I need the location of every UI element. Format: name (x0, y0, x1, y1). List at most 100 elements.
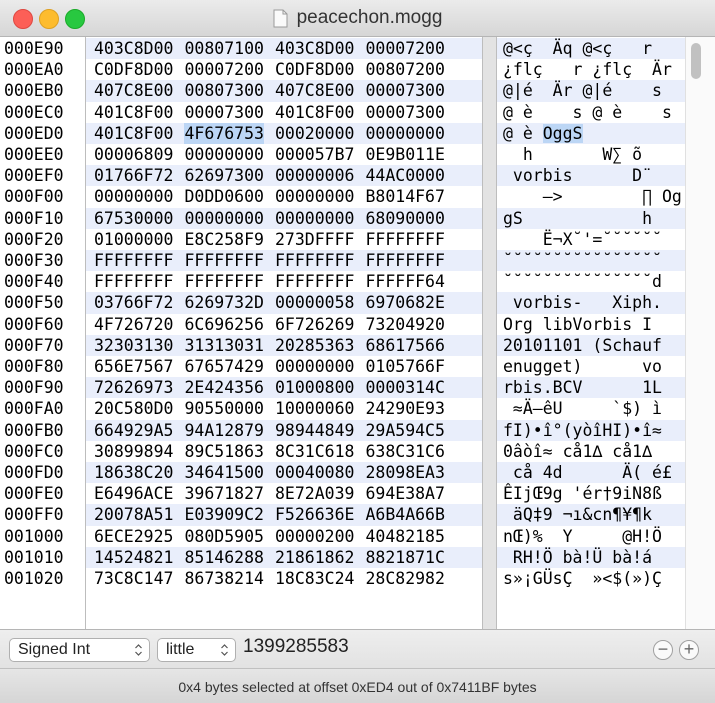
hex-cell[interactable]: 00007300 (365, 102, 444, 123)
hex-cell[interactable]: 694E38A7 (365, 483, 444, 504)
hex-cell[interactable]: F526636E (275, 504, 354, 525)
text-row[interactable]: vorbis- Xiph. (497, 292, 685, 314)
hex-cell[interactable]: 00000058 (275, 292, 354, 313)
hex-cell[interactable]: 407C8E00 (275, 80, 354, 101)
hex-cell[interactable]: 86738214 (184, 568, 263, 589)
hex-row[interactable]: C0DF8D00 00007200 C0DF8D00 00807200 (86, 59, 482, 80)
hex-cell[interactable]: 080D5905 (184, 526, 263, 547)
text-row[interactable]: fI)•î°(yòîHI)•î≈ (497, 419, 685, 441)
number-type-select[interactable]: Signed Int (9, 638, 150, 662)
hex-cell[interactable]: 4F726720 (94, 314, 173, 335)
hex-cell[interactable]: 273DFFFF (275, 229, 354, 250)
hex-cell[interactable]: 401C8F00 (275, 102, 354, 123)
hex-cell[interactable]: 4F676753 (184, 122, 264, 144)
hex-cell[interactable]: FFFFFF64 (365, 271, 444, 292)
text-row[interactable]: RH!Ö bà!Ü bà!á (497, 546, 685, 568)
hex-cell[interactable]: 00007200 (184, 59, 263, 80)
text-row[interactable]: enugget) vo (497, 356, 685, 377)
hex-cell[interactable]: FFFFFFFF (94, 271, 173, 292)
scrollbar-track[interactable] (685, 37, 715, 629)
hex-cell[interactable]: 14524821 (94, 547, 173, 568)
hex-cell[interactable]: 2E424356 (184, 377, 263, 398)
hex-cell[interactable]: FFFFFFFF (275, 250, 354, 271)
hex-cell[interactable]: D0DD0600 (184, 186, 263, 207)
hex-cell[interactable]: E6496ACE (94, 483, 173, 504)
hex-row[interactable]: FFFFFFFF FFFFFFFF FFFFFFFF FFFFFFFF (86, 250, 482, 272)
hex-cell[interactable]: 403C8D00 (94, 38, 173, 59)
scrollbar-thumb[interactable] (691, 43, 701, 79)
hex-cell[interactable]: 20285363 (275, 335, 354, 356)
hex-cell[interactable]: 01000000 (94, 229, 173, 250)
hex-cell[interactable]: 8E72A039 (275, 483, 354, 504)
hex-cell[interactable]: FFFFFFFF (184, 271, 263, 292)
hex-cell[interactable]: 94A12879 (184, 420, 263, 441)
text-row[interactable]: @ è OggS (497, 122, 685, 144)
hex-cell[interactable]: 62697300 (184, 165, 263, 186)
hex-cell[interactable]: 68090000 (365, 208, 444, 229)
hex-cell[interactable]: 6ECE2925 (94, 526, 173, 547)
hex-cell[interactable]: 28C82982 (365, 568, 444, 589)
hex-row[interactable]: E6496ACE 39671827 8E72A039 694E38A7 (86, 483, 482, 504)
text-row[interactable]: –> ∏ Og (497, 186, 685, 207)
hex-cell[interactable]: FFFFFFFF (275, 271, 354, 292)
hex-row[interactable]: 00006809 00000000 000057B7 0E9B011E (86, 144, 482, 165)
text-row[interactable]: @ è s @ è s (497, 102, 685, 123)
hex-cell[interactable]: 72626973 (94, 377, 173, 398)
text-row[interactable]: ˘˘˘˘˘˘˘˘˘˘˘˘˘˘˘˘ (497, 250, 685, 272)
hex-cell[interactable]: 8C31C618 (275, 441, 354, 462)
hex-cell[interactable]: 28098EA3 (365, 462, 444, 483)
hex-cell[interactable]: 34641500 (184, 462, 263, 483)
hex-cell[interactable]: A6B4A66B (365, 504, 444, 525)
hex-cell[interactable]: 664929A5 (94, 420, 173, 441)
hex-cell[interactable]: 00000000 (365, 123, 444, 144)
hex-cell[interactable]: 85146288 (184, 547, 263, 568)
hex-cell[interactable]: 00000006 (275, 165, 354, 186)
hex-cell[interactable]: E03909C2 (184, 504, 263, 525)
hex-cell[interactable]: 0E9B011E (365, 144, 444, 165)
hex-cell[interactable]: E8C258F9 (184, 229, 263, 250)
hex-row[interactable]: 403C8D00 00807100 403C8D00 00007200 (86, 38, 482, 60)
hex-cell[interactable]: 401C8F00 (94, 123, 173, 144)
hex-cell[interactable]: 00000200 (275, 526, 354, 547)
hex-cell[interactable]: FFFFFFFF (184, 250, 263, 271)
hex-row[interactable]: 14524821 85146288 21861862 8821871C (86, 546, 482, 568)
hex-cell[interactable]: 00020000 (275, 123, 354, 144)
hex-cell[interactable]: 67657429 (184, 356, 263, 377)
hex-row[interactable]: 73C8C147 86738214 18C83C24 28C82982 (86, 568, 482, 589)
hex-row[interactable]: 20078A51 E03909C2 F526636E A6B4A66B (86, 504, 482, 526)
hex-cell[interactable]: 000057B7 (275, 144, 354, 165)
hex-cell[interactable]: 0000314C (365, 377, 444, 398)
hex-cell[interactable]: 638C31C6 (365, 441, 444, 462)
hex-view[interactable]: 000E90 403C8D00 00807100 403C8D00 00007200 @<… (0, 37, 715, 629)
hex-cell[interactable]: 00007200 (365, 38, 444, 59)
hex-cell[interactable]: 6970682E (365, 292, 444, 313)
hex-cell[interactable]: 20078A51 (94, 504, 173, 525)
hex-cell[interactable]: B8014F67 (365, 186, 444, 207)
text-row[interactable]: 0âòî≈ cå1∆ cå1∆ (497, 441, 685, 462)
hex-cell[interactable]: 00007300 (365, 80, 444, 101)
hex-cell[interactable]: 90550000 (184, 398, 263, 419)
text-row[interactable]: @<ç Äq @<ç r (497, 38, 685, 60)
hex-cell[interactable]: C0DF8D00 (275, 59, 354, 80)
hex-row[interactable]: 407C8E00 00807300 407C8E00 00007300 (86, 80, 482, 102)
hex-cell[interactable]: 03766F72 (94, 292, 173, 313)
hex-cell[interactable]: 20C580D0 (94, 398, 173, 419)
text-row[interactable]: h W∑ õ (497, 144, 685, 165)
text-row[interactable]: ≈Ä–êU `$) ì (497, 398, 685, 419)
hex-row[interactable]: 4F726720 6C696256 6F726269 73204920 (86, 314, 482, 335)
hex-cell[interactable]: 30899894 (94, 441, 173, 462)
hex-cell[interactable]: 01766F72 (94, 165, 173, 186)
hex-cell[interactable]: C0DF8D00 (94, 59, 173, 80)
remove-inspector-button[interactable]: − (653, 640, 673, 660)
hex-row[interactable]: 18638C20 34641500 00040080 28098EA3 (86, 462, 482, 484)
hex-row[interactable]: 01766F72 62697300 00000006 44AC0000 (86, 165, 482, 187)
hex-cell[interactable]: FFFFFFFF (94, 250, 173, 271)
hex-cell[interactable]: 24290E93 (365, 398, 444, 419)
add-inspector-button[interactable]: + (679, 640, 699, 660)
hex-cell[interactable]: 10000060 (275, 398, 354, 419)
hex-cell[interactable]: FFFFFFFF (365, 250, 444, 271)
hex-row[interactable]: 03766F72 6269732D 00000058 6970682E (86, 292, 482, 314)
text-row[interactable]: nŒ)% Y @H!Ö (497, 526, 685, 547)
hex-cell[interactable]: 00000000 (275, 186, 354, 207)
hex-cell[interactable]: 00000000 (275, 208, 354, 229)
